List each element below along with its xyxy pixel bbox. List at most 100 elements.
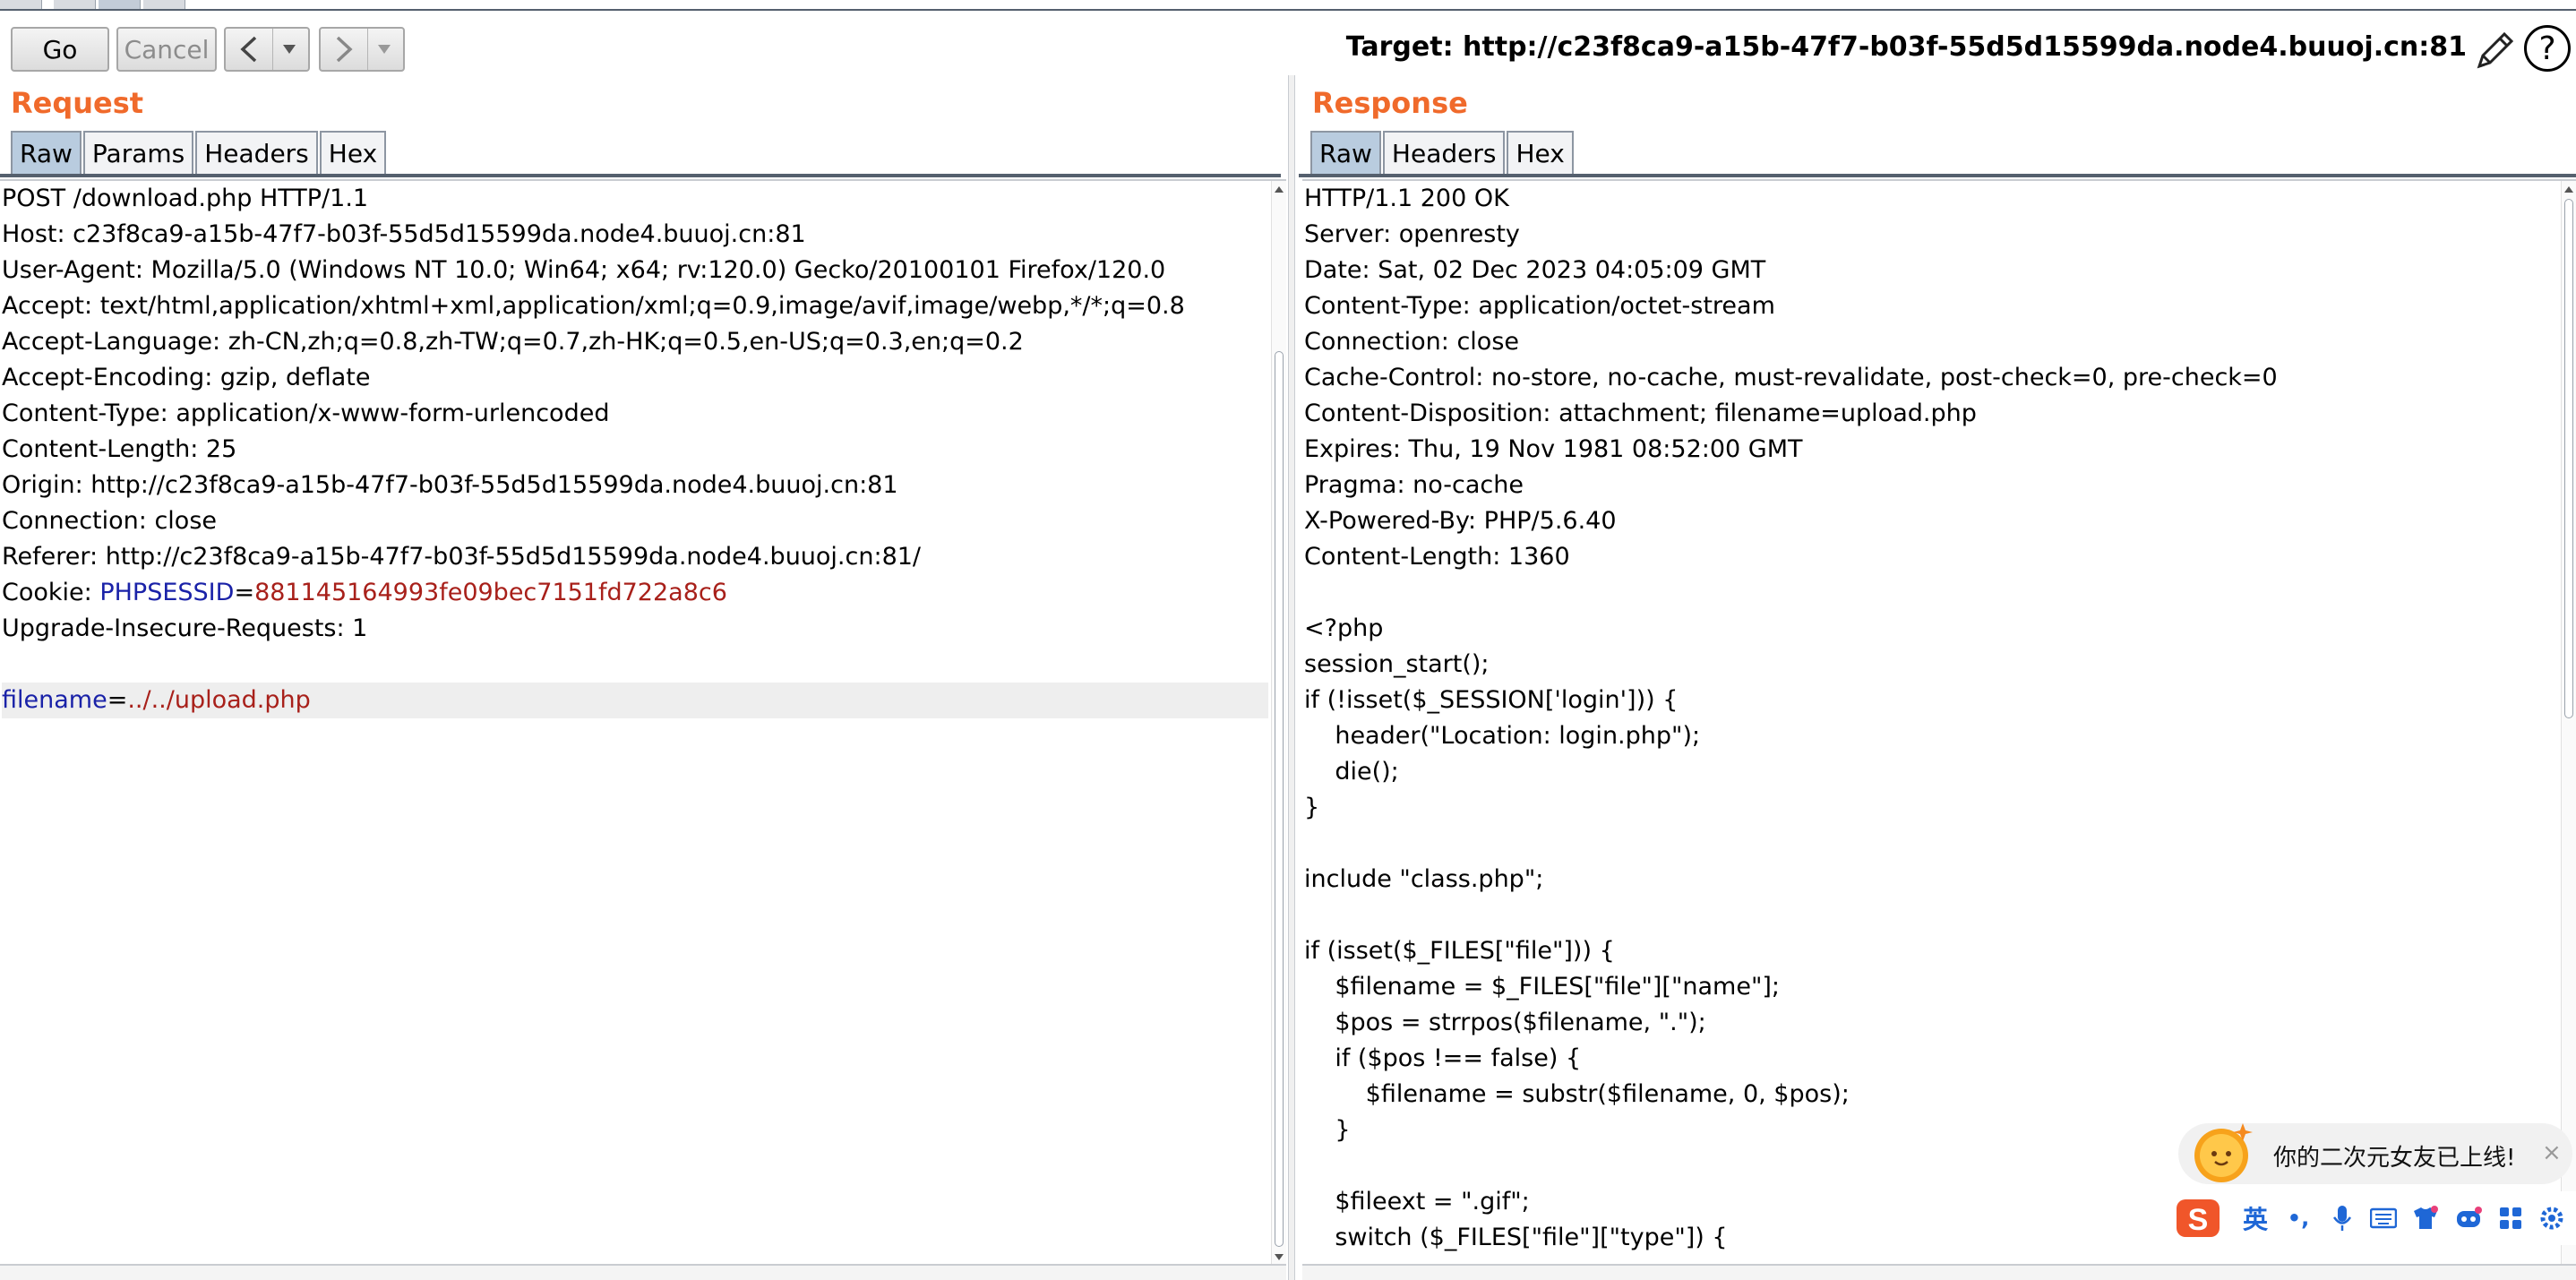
response-line: HTTP/1.1 200 OK (1304, 185, 1509, 212)
request-line: POST /download.php HTTP/1.1 (2, 185, 369, 212)
response-line: } (1304, 794, 1320, 821)
close-icon[interactable]: × (2542, 1139, 2562, 1166)
top-tab-stub[interactable] (54, 0, 96, 9)
tab-params[interactable]: Params (82, 131, 194, 174)
body-param-equals: = (107, 686, 128, 714)
response-line: include "class.php"; (1304, 865, 1544, 893)
response-line (1304, 826, 2558, 862)
split-divider[interactable] (1288, 75, 1295, 1280)
tab-headers[interactable]: Headers (195, 131, 318, 174)
request-title: Request (11, 86, 144, 120)
microphone-icon[interactable] (2327, 1200, 2357, 1236)
request-scroll-thumb[interactable] (1275, 351, 1284, 1247)
chevron-right-icon[interactable] (321, 29, 368, 70)
response-line: Content-Length: 1360 (1304, 543, 1570, 571)
request-search-bar (0, 1264, 1286, 1280)
request-line: User-Agent: Mozilla/5.0 (Windows NT 10.0… (2, 256, 1166, 284)
request-line-blank (2, 647, 1268, 683)
top-tab-stub[interactable] (0, 0, 42, 9)
response-line: Cache-Control: no-store, no-cache, must-… (1304, 364, 2278, 391)
keyboard-icon[interactable] (2368, 1200, 2399, 1236)
response-line: Server: openresty (1304, 220, 1520, 248)
response-line: Content-Disposition: attachment; filenam… (1304, 399, 1977, 427)
request-editor[interactable]: POST /download.php HTTP/1.1 Host: c23f8ca… (0, 179, 1286, 1266)
response-line: header("Location: login.php"); (1304, 722, 1701, 750)
response-line: Content-Type: application/octet-stream (1304, 292, 1775, 320)
scroll-up-icon[interactable] (2564, 186, 2573, 193)
cookie-value: 881145164993fe09bec7151fd722a8c6 (254, 579, 727, 606)
response-tabs: Raw Headers Hex (1310, 131, 1576, 174)
response-editor[interactable]: HTTP/1.1 200 OK Server: openresty Date: Sa… (1302, 179, 2576, 1266)
triangle-down-icon[interactable] (368, 29, 400, 70)
request-scrollbar[interactable] (1271, 181, 1286, 1266)
request-tab-underline (0, 174, 1281, 177)
svg-text:S: S (2188, 1203, 2209, 1237)
response-line (1304, 898, 2558, 933)
ime-notice-text: 你的二次元女友已上线! (2273, 1145, 2516, 1172)
body-param-value: ../../upload.php (127, 686, 311, 714)
response-line: <?php (1304, 614, 1384, 642)
top-tab-stub[interactable] (143, 0, 185, 9)
robot-icon[interactable] (2452, 1200, 2485, 1236)
tab-headers[interactable]: Headers (1382, 131, 1506, 174)
request-line: Upgrade-Insecure-Requests: 1 (2, 614, 368, 642)
request-line: Content-Type: application/x-www-form-url… (2, 399, 610, 427)
request-line: Referer: http://c23f8ca9-a15b-47f7-b03f-… (2, 543, 922, 571)
sogou-logo-icon[interactable]: S (2175, 1199, 2221, 1237)
request-line: Connection: close (2, 507, 217, 535)
response-title: Response (1312, 86, 1468, 120)
tab-raw[interactable]: Raw (11, 131, 82, 174)
response-scroll-thumb[interactable] (2564, 199, 2573, 718)
response-line: Expires: Thu, 19 Nov 1981 08:52:00 GMT (1304, 435, 1803, 463)
punctuation-toggle[interactable]: •, (2282, 1200, 2314, 1236)
cancel-button[interactable]: Cancel (116, 27, 217, 72)
body-param-name: filename (2, 686, 107, 714)
forward-button[interactable] (319, 27, 405, 72)
cookie-equals: = (234, 579, 255, 606)
request-body-line[interactable]: filename=../../upload.php (2, 683, 1268, 718)
response-line: Connection: close (1304, 328, 1519, 356)
tab-hex[interactable]: Hex (319, 131, 387, 174)
response-lines: HTTP/1.1 200 OK Server: openresty Date: Sa… (1304, 181, 2558, 1256)
cookie-name: PHPSESSID (99, 579, 235, 606)
response-search-bar (1302, 1264, 2576, 1280)
go-button[interactable]: Go (11, 27, 109, 72)
top-tab-strip (0, 0, 2576, 11)
mascot-sun-icon[interactable] (2189, 1120, 2254, 1184)
request-line: Accept: text/html,application/xhtml+xml,… (2, 292, 1185, 320)
apps-grid-icon[interactable] (2495, 1200, 2526, 1236)
tab-raw[interactable]: Raw (1310, 131, 1381, 174)
request-line: Content-Length: 25 (2, 435, 237, 463)
response-line: if (!isset($_SESSION['login'])) { (1304, 686, 1679, 714)
target-url: Target: http://c23f8ca9-a15b-47f7-b03f-5… (1345, 31, 2467, 63)
pencil-icon[interactable] (2472, 27, 2517, 73)
response-line: Date: Sat, 02 Dec 2023 04:05:09 GMT (1304, 256, 1766, 284)
response-line: if ($pos !== false) { (1304, 1044, 1582, 1072)
request-line: Origin: http://c23f8ca9-a15b-47f7-b03f-5… (2, 471, 898, 499)
response-scrollbar[interactable] (2561, 181, 2576, 1266)
scroll-up-icon[interactable] (1275, 186, 1284, 193)
response-line: $filename = substr($filename, 0, $pos); (1304, 1080, 1850, 1108)
response-line: if (isset($_FILES["file"])) { (1304, 937, 1615, 965)
response-line: die(); (1304, 758, 1399, 786)
request-line: Accept-Language: zh-CN,zh;q=0.8,zh-TW;q=… (2, 328, 1024, 356)
scroll-down-icon[interactable] (1275, 1254, 1284, 1260)
response-line: session_start(); (1304, 650, 1490, 678)
top-tab-stub[interactable] (99, 0, 141, 9)
back-button[interactable] (224, 27, 310, 72)
response-tab-underline (1299, 174, 2576, 177)
tab-hex[interactable]: Hex (1507, 131, 1574, 174)
cookie-prefix: Cookie: (2, 579, 100, 606)
language-toggle[interactable]: 英 (2239, 1200, 2271, 1236)
response-line (1304, 575, 2558, 611)
request-lines: POST /download.php HTTP/1.1 Host: c23f8ca… (2, 181, 1268, 718)
response-line: Pragma: no-cache (1304, 471, 1524, 499)
chevron-left-icon[interactable] (226, 29, 273, 70)
shirt-icon[interactable] (2409, 1200, 2442, 1236)
response-line: $pos = strrpos($filename, "."); (1304, 1009, 1706, 1036)
settings-icon[interactable] (2537, 1200, 2567, 1236)
help-icon[interactable]: ? (2524, 25, 2571, 72)
triangle-down-icon[interactable] (273, 29, 305, 70)
request-line: Accept-Encoding: gzip, deflate (2, 364, 371, 391)
response-line: X-Powered-By: PHP/5.6.40 (1304, 507, 1617, 535)
